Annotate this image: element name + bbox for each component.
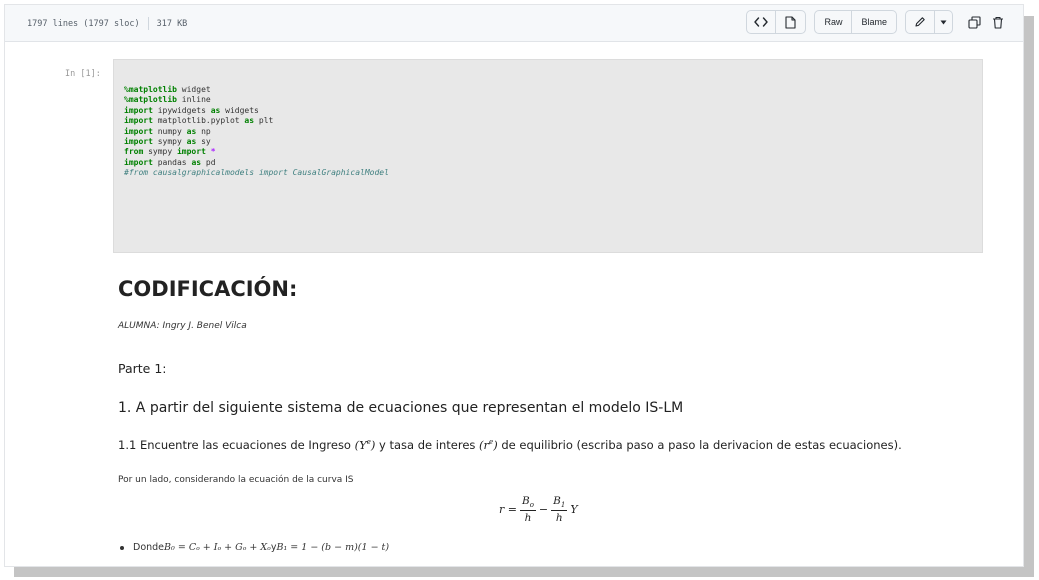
rate-math: (re)	[479, 438, 498, 452]
eq-lhs: r =	[499, 503, 517, 517]
code-token: *	[210, 147, 216, 157]
list-item: Donde B₀ = Cₒ + Iₒ + Gₒ + Xₒ y B₁ = 1 − …	[118, 542, 389, 553]
line-count: 1797 lines (1797 sloc)	[27, 18, 140, 29]
code-token: plt	[254, 116, 274, 126]
code-line: %matplotlib inline	[124, 95, 211, 104]
file-info: 1797 lines (1797 sloc) 317 KB	[27, 17, 187, 30]
triangle-down-icon	[940, 20, 947, 24]
code-token: import	[124, 105, 153, 115]
file-toolbar: Raw Blame	[746, 10, 1009, 34]
section-heading: 1. A partir del siguiente sistema de ecu…	[118, 400, 684, 416]
code-line: import sympy as sy	[124, 137, 211, 146]
code-line: import ipywidgets as widgets	[124, 106, 259, 115]
code-token: widgets	[220, 105, 259, 115]
raw-button[interactable]: Raw	[814, 10, 853, 34]
eq-tail: Y	[570, 503, 578, 517]
edit-group	[905, 10, 953, 34]
view-toggle-group	[746, 10, 807, 34]
code-line: %matplotlib widget	[124, 85, 211, 94]
code-token: matplotlib.pyplot	[152, 116, 245, 126]
divider	[147, 17, 149, 30]
code-token: %matplotlib	[124, 95, 177, 105]
page-shadow-bottom	[14, 567, 1034, 577]
code-token: inline	[176, 95, 211, 105]
author-line: ALUMNA: Ingry J. Benel Vilca	[118, 321, 247, 331]
code-token: #from causalgraphicalmodels import Causa…	[124, 168, 389, 178]
code-token: numpy	[152, 126, 187, 136]
code-token: import	[124, 116, 153, 126]
code-token: import	[124, 126, 153, 136]
code-token: ipywidgets	[152, 105, 211, 115]
paragraph: Por un lado, considerando la ecuación de…	[118, 475, 354, 485]
subsection-text-a: 1.1 Encuentre las ecuaciones de Ingreso	[118, 438, 355, 452]
code-token: as	[186, 126, 197, 136]
code-line: import numpy as np	[124, 127, 211, 136]
code-block: %matplotlib widget %matplotlib inline im…	[124, 85, 389, 179]
copy-button[interactable]	[963, 10, 985, 34]
code-token: as	[244, 116, 255, 126]
edit-button[interactable]	[905, 10, 935, 34]
eq-fraction-1: Bo h	[519, 495, 536, 525]
page-title: CODIFICACIÓN:	[118, 277, 298, 301]
code-line: #from causalgraphicalmodels import Causa…	[124, 168, 389, 177]
subsection-text-c: de equilibrio (escriba paso a paso la de…	[497, 438, 902, 452]
cell-prompt: In [1]:	[65, 69, 101, 79]
code-token: import	[124, 137, 153, 147]
code-token: import	[176, 147, 206, 157]
preview-button[interactable]	[776, 10, 807, 34]
pencil-icon	[915, 17, 925, 27]
code-token: %matplotlib	[124, 85, 177, 94]
code-token: sy	[196, 137, 211, 147]
code-token: as	[186, 137, 197, 147]
code-token: sympy	[143, 147, 177, 157]
code-line: import pandas as pd	[124, 158, 216, 167]
code-cell[interactable]: %matplotlib widget %matplotlib inline im…	[113, 59, 983, 253]
subsection-heading: 1.1 Encuentre las ecuaciones de Ingreso …	[118, 438, 902, 452]
code-token: widget	[176, 85, 211, 94]
bullet-math-2: B₁ = 1 − (b − m)(1 − t)	[276, 542, 390, 553]
bullet-math-1: B₀ = Cₒ + Iₒ + Gₒ + Xₒ	[164, 542, 271, 553]
code-token: from	[124, 147, 144, 157]
code-token: sympy	[152, 137, 187, 147]
copy-icon	[967, 15, 981, 29]
file-viewer: 1797 lines (1797 sloc) 317 KB Raw Blame	[4, 4, 1024, 567]
code-view-button[interactable]	[746, 10, 777, 34]
page-shadow-right	[1024, 16, 1034, 577]
code-line: from sympy import *	[124, 147, 216, 156]
file-size: 317 KB	[156, 18, 188, 29]
code-token: pd	[201, 157, 216, 167]
is-curve-equation: r = Bo h − B1 h Y	[499, 495, 578, 524]
eq-fraction-2: B1 h	[551, 495, 568, 525]
edit-dropdown-button[interactable]	[935, 10, 953, 34]
code-token: pandas	[152, 157, 192, 167]
code-token: as	[191, 157, 202, 167]
file-header: 1797 lines (1797 sloc) 317 KB Raw Blame	[5, 5, 1023, 42]
bullet-dot	[120, 545, 124, 550]
file-icon	[785, 15, 797, 29]
part-heading: Parte 1:	[118, 361, 167, 376]
code-line: import matplotlib.pyplot as plt	[124, 116, 273, 125]
eq-minus: −	[538, 503, 549, 517]
code-token: as	[210, 105, 221, 115]
subsection-text-b: y tasa de interes	[375, 438, 480, 452]
code-brackets-icon	[754, 17, 769, 27]
raw-blame-group: Raw Blame	[814, 10, 897, 34]
blame-button[interactable]: Blame	[852, 10, 897, 34]
income-math: (Ye)	[354, 438, 376, 452]
trash-icon	[993, 16, 1003, 29]
bullet-prefix: Donde	[133, 542, 165, 553]
code-token: np	[196, 126, 211, 136]
delete-button[interactable]	[987, 10, 1009, 34]
code-token: import	[124, 157, 153, 167]
